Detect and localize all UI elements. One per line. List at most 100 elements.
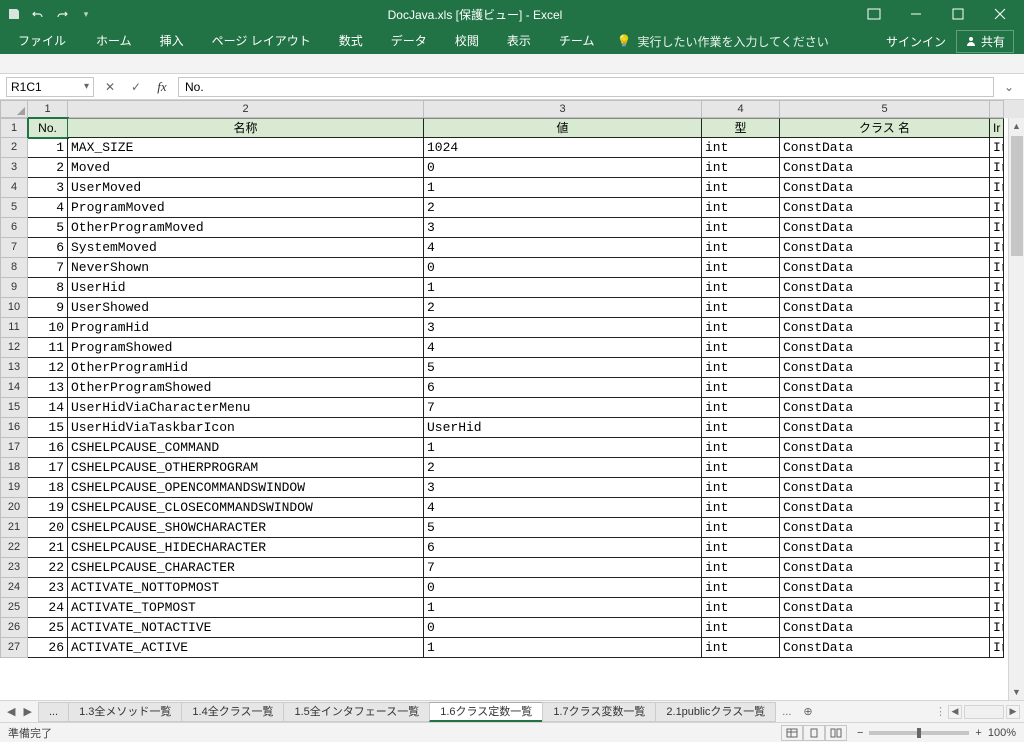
cell[interactable]: int	[702, 158, 780, 178]
cell[interactable]: ACTIVATE_TOPMOST	[68, 598, 424, 618]
cell[interactable]: 1024	[424, 138, 702, 158]
cell[interactable]: int	[702, 358, 780, 378]
cell[interactable]: 1	[424, 638, 702, 658]
cell[interactable]: 3	[424, 318, 702, 338]
row-header[interactable]: 15	[0, 398, 28, 418]
nav-prev-icon[interactable]: ◀	[4, 705, 18, 718]
cell[interactable]: 25	[28, 618, 68, 638]
sheet-tab[interactable]: 1.5全インタフェース一覧	[283, 702, 430, 722]
cell[interactable]: ProgramHid	[68, 318, 424, 338]
cell[interactable]: ConstData	[780, 238, 990, 258]
expand-formula-icon[interactable]: ⌄	[1000, 80, 1018, 94]
row-header[interactable]: 20	[0, 498, 28, 518]
cell[interactable]: 4	[424, 498, 702, 518]
qat-dropdown-icon[interactable]: ▾	[76, 4, 96, 24]
cancel-formula-icon[interactable]: ✕	[100, 77, 120, 97]
cell[interactable]: ConstData	[780, 458, 990, 478]
row-header[interactable]: 25	[0, 598, 28, 618]
cell[interactable]: UserHid	[424, 418, 702, 438]
cell[interactable]: 10	[28, 318, 68, 338]
cell[interactable]: int	[702, 338, 780, 358]
cell[interactable]: CSHELPCAUSE_COMMAND	[68, 438, 424, 458]
hscroll-left-icon[interactable]: ◀	[948, 705, 962, 719]
cell[interactable]: CSHELPCAUSE_CHARACTER	[68, 558, 424, 578]
cell[interactable]: 14	[28, 398, 68, 418]
cell[interactable]: 4	[424, 338, 702, 358]
cell[interactable]: OtherProgramHid	[68, 358, 424, 378]
cell[interactable]: ConstData	[780, 358, 990, 378]
horizontal-scrollbar[interactable]: ⋮ ◀ ▶	[819, 705, 1024, 719]
cell[interactable]: ProgramShowed	[68, 338, 424, 358]
cell[interactable]: int	[702, 458, 780, 478]
ribbon-tab-data[interactable]: データ	[377, 28, 441, 54]
cell[interactable]: int	[702, 258, 780, 278]
col-header[interactable]: 3	[424, 100, 702, 118]
cell[interactable]: CSHELPCAUSE_CLOSECOMMANDSWINDOW	[68, 498, 424, 518]
cell[interactable]: 2	[424, 298, 702, 318]
cell[interactable]: ConstData	[780, 498, 990, 518]
cell[interactable]: ConstData	[780, 298, 990, 318]
row-header[interactable]: 5	[0, 198, 28, 218]
cell[interactable]: 18	[28, 478, 68, 498]
cell[interactable]: Ir	[990, 258, 1004, 278]
cell[interactable]: 6	[28, 238, 68, 258]
row-header[interactable]: 17	[0, 438, 28, 458]
row-header[interactable]: 23	[0, 558, 28, 578]
cell[interactable]: ConstData	[780, 538, 990, 558]
cell[interactable]: 7	[424, 558, 702, 578]
cell[interactable]: int	[702, 278, 780, 298]
cell[interactable]: ConstData	[780, 138, 990, 158]
cell[interactable]: 19	[28, 498, 68, 518]
fx-icon[interactable]: fx	[152, 77, 172, 97]
scroll-thumb[interactable]	[1011, 136, 1023, 256]
row-header[interactable]: 11	[0, 318, 28, 338]
hscroll-track[interactable]	[964, 705, 1004, 719]
cell[interactable]: Ir	[990, 118, 1004, 138]
ribbon-tab-home[interactable]: ホーム	[82, 28, 146, 54]
sheet-more-icon[interactable]: ...	[776, 706, 797, 718]
cell[interactable]: Ir	[990, 638, 1004, 658]
cell[interactable]: 3	[28, 178, 68, 198]
cell[interactable]: int	[702, 498, 780, 518]
cell[interactable]: 7	[424, 398, 702, 418]
cell[interactable]: Ir	[990, 418, 1004, 438]
cell[interactable]: Ir	[990, 538, 1004, 558]
cell[interactable]: 3	[424, 478, 702, 498]
cell[interactable]: 24	[28, 598, 68, 618]
cell[interactable]: int	[702, 378, 780, 398]
cell[interactable]: 0	[424, 258, 702, 278]
cell[interactable]: ConstData	[780, 338, 990, 358]
row-header[interactable]: 18	[0, 458, 28, 478]
cell[interactable]: int	[702, 478, 780, 498]
cell[interactable]: ConstData	[780, 278, 990, 298]
ribbon-tab-file[interactable]: ファイル	[2, 28, 82, 54]
cell[interactable]: ACTIVATE_NOTTOPMOST	[68, 578, 424, 598]
minimize-button[interactable]	[896, 0, 936, 28]
sheet-tab[interactable]: 1.4全クラス一覧	[181, 702, 284, 722]
cell[interactable]: ConstData	[780, 438, 990, 458]
row-header[interactable]: 6	[0, 218, 28, 238]
row-header[interactable]: 19	[0, 478, 28, 498]
row-header[interactable]: 13	[0, 358, 28, 378]
sheet-tab[interactable]: 1.7クラス変数一覧	[542, 702, 656, 722]
cell[interactable]: 9	[28, 298, 68, 318]
cell[interactable]: 20	[28, 518, 68, 538]
cell[interactable]: int	[702, 138, 780, 158]
sheet-tab-prev[interactable]: ...	[38, 702, 69, 722]
row-header[interactable]: 14	[0, 378, 28, 398]
cell[interactable]: Ir	[990, 198, 1004, 218]
ribbon-tab-review[interactable]: 校閲	[441, 28, 493, 54]
share-button[interactable]: 共有	[956, 30, 1014, 53]
sheet-tab[interactable]: 1.3全メソッド一覧	[68, 702, 182, 722]
col-header[interactable]: 1	[28, 100, 68, 118]
nav-next-icon[interactable]: ▶	[20, 705, 34, 718]
cell[interactable]: 21	[28, 538, 68, 558]
maximize-button[interactable]	[938, 0, 978, 28]
undo-icon[interactable]	[28, 4, 48, 24]
new-sheet-icon[interactable]: ⊕	[797, 705, 818, 718]
cell[interactable]: ConstData	[780, 638, 990, 658]
cell[interactable]: 値	[424, 118, 702, 138]
cell[interactable]: Ir	[990, 238, 1004, 258]
cell[interactable]: CSHELPCAUSE_OPENCOMMANDSWINDOW	[68, 478, 424, 498]
row-header[interactable]: 9	[0, 278, 28, 298]
